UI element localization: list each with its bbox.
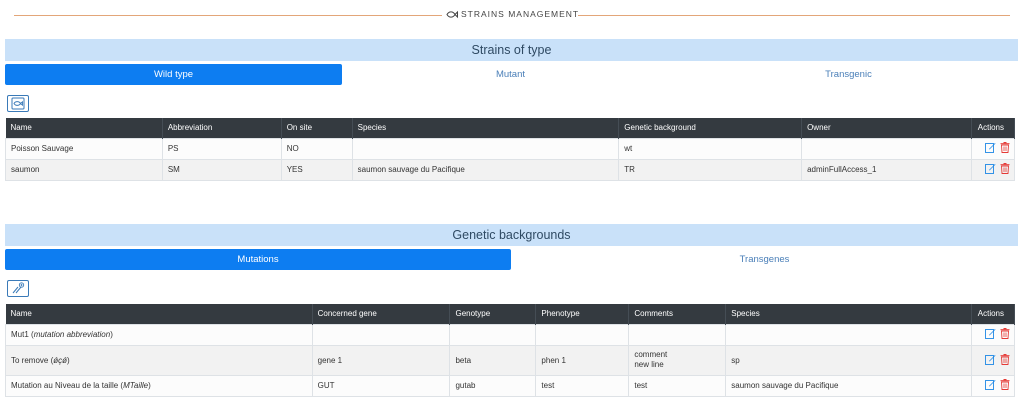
cell-genetic-background: TR [618, 158, 803, 181]
cell-abbreviation: PS [161, 137, 282, 160]
tab-transgenes[interactable]: Transgenes [511, 249, 1018, 270]
column-header-concerned-gene[interactable]: Concerned gene [312, 304, 451, 324]
comment-line: new line [634, 360, 664, 369]
cell-comments: test [628, 374, 727, 397]
cell-genotype: gutab [449, 374, 537, 397]
column-header-species[interactable]: Species [725, 304, 972, 324]
strains-table: Name Abbreviation On site Species Geneti… [5, 118, 1016, 181]
cell-abbreviation: SM [161, 158, 282, 181]
cell-species [351, 137, 620, 160]
mutation-name: To remove [11, 355, 49, 365]
strains-section-title: Strains of type [5, 39, 1018, 61]
table-row: Poisson Sauvage PS NO wt [5, 137, 1016, 160]
tab-wild-type[interactable]: Wild type [5, 64, 342, 85]
cell-on-site: NO [280, 137, 353, 160]
header-divider-right [578, 15, 1010, 16]
add-strain-icon [11, 97, 25, 110]
tab-mutations[interactable]: Mutations [5, 249, 511, 270]
cell-on-site: YES [280, 158, 353, 181]
cell-name: Poisson Sauvage [5, 137, 163, 160]
page-title-text: STRAINS MANAGEMENT [461, 9, 580, 19]
cell-phenotype: phen 1 [535, 344, 630, 376]
table-row: To remove (ǿçǿ) gene 1 beta phen 1 comme… [5, 344, 1016, 376]
cell-genotype: beta [449, 344, 537, 376]
cell-species: sp [725, 344, 972, 376]
column-header-phenotype[interactable]: Phenotype [535, 304, 630, 324]
cell-concerned-gene: gene 1 [311, 344, 451, 376]
cell-actions [970, 158, 1016, 181]
page-header: STRAINS MANAGEMENT [0, 6, 1024, 24]
column-header-genotype[interactable]: Genotype [449, 304, 537, 324]
cell-species: saumon sauvage du Pacifique [351, 158, 620, 181]
cell-genotype [449, 323, 537, 346]
cell-actions [970, 344, 1016, 376]
delete-icon[interactable] [1000, 353, 1010, 367]
genetic-background-tabs: Mutations Transgenes [5, 249, 1018, 270]
cell-concerned-gene: GUT [311, 374, 451, 397]
cell-name: Mut1 (mutation abbreviation) [5, 323, 313, 346]
page-title: STRAINS MANAGEMENT [446, 9, 580, 21]
edit-icon[interactable] [984, 354, 996, 367]
mutation-name: Mutation au Niveau de la taille [11, 381, 119, 390]
mutation-abbreviation: mutation abbreviation [33, 330, 111, 339]
cell-species: saumon sauvage du Pacifique [725, 374, 972, 397]
cell-owner [801, 137, 972, 160]
cell-phenotype [535, 323, 630, 346]
column-header-actions: Actions [971, 304, 1016, 324]
table-row: Mutation au Niveau de la taille (MTaille… [5, 374, 1016, 397]
column-header-abbreviation[interactable]: Abbreviation [162, 118, 282, 138]
table-row: Mut1 (mutation abbreviation) [5, 323, 1016, 346]
mutation-abbreviation: ǿçǿ [53, 355, 68, 365]
table-header-row: Name Abbreviation On site Species Geneti… [5, 118, 1016, 138]
edit-icon[interactable] [984, 379, 996, 392]
header-divider-left [14, 15, 442, 16]
edit-icon[interactable] [984, 163, 996, 176]
tab-mutant[interactable]: Mutant [342, 64, 679, 85]
cell-species [725, 323, 972, 346]
add-mutation-button[interactable] [7, 280, 29, 297]
comment-line: comment [634, 350, 668, 359]
fish-icon [446, 10, 458, 21]
column-header-species[interactable]: Species [352, 118, 620, 138]
add-strain-button[interactable] [7, 95, 29, 112]
mutation-name: Mut1 [11, 330, 29, 339]
column-header-name[interactable]: Name [5, 118, 163, 138]
cell-actions [970, 323, 1016, 346]
cell-comments: comment new line [628, 344, 727, 376]
edit-icon[interactable] [984, 328, 996, 341]
table-header-row: Name Concerned gene Genotype Phenotype C… [5, 304, 1016, 324]
cell-owner: adminFullAccess_1 [801, 158, 972, 181]
add-mutation-icon [12, 282, 25, 294]
cell-comments [628, 323, 727, 346]
mutations-table: Name Concerned gene Genotype Phenotype C… [5, 304, 1016, 397]
column-header-comments[interactable]: Comments [628, 304, 727, 324]
delete-icon[interactable] [1000, 328, 1010, 341]
cell-concerned-gene [311, 323, 451, 346]
delete-icon[interactable] [1000, 163, 1010, 176]
delete-icon[interactable] [1000, 379, 1010, 392]
column-header-genetic-background[interactable]: Genetic background [618, 118, 803, 138]
column-header-actions: Actions [971, 118, 1016, 138]
edit-icon[interactable] [984, 142, 996, 155]
delete-icon[interactable] [1000, 142, 1010, 155]
mutation-abbreviation: MTaille [123, 381, 149, 390]
column-header-owner[interactable]: Owner [801, 118, 972, 138]
cell-name: saumon [5, 158, 163, 181]
cell-genetic-background: wt [618, 137, 803, 160]
cell-actions [970, 137, 1016, 160]
tab-transgenic[interactable]: Transgenic [679, 64, 1018, 85]
cell-name: Mutation au Niveau de la taille (MTaille… [5, 374, 313, 397]
comment-line: test [634, 380, 648, 390]
column-header-name[interactable]: Name [5, 304, 313, 324]
table-row: saumon SM YES saumon sauvage du Pacifiqu… [5, 158, 1016, 181]
cell-name: To remove (ǿçǿ) [5, 344, 313, 376]
genetic-backgrounds-section-title: Genetic backgrounds [5, 224, 1018, 246]
cell-actions [970, 374, 1016, 397]
column-header-on-site[interactable]: On site [281, 118, 353, 138]
strain-type-tabs: Wild type Mutant Transgenic [5, 64, 1018, 85]
cell-phenotype: test [535, 374, 630, 397]
